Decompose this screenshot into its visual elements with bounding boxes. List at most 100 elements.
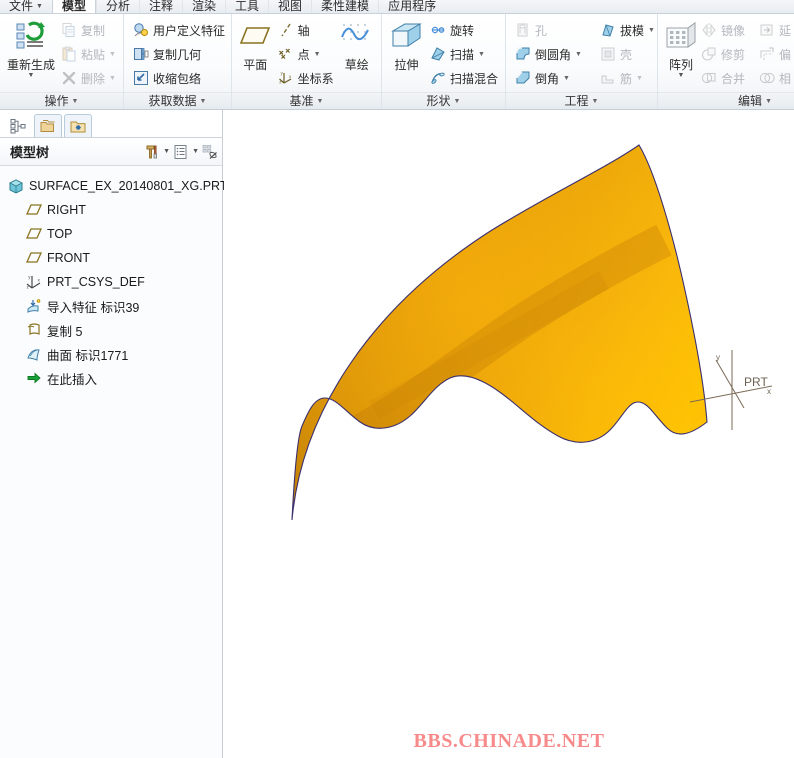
tree-item-label: RIGHT (47, 203, 86, 217)
navigator-tab-strip (0, 110, 222, 138)
menu-tab-model[interactable]: 模型 (51, 0, 96, 13)
model-surface-render[interactable]: PRT y x (224, 110, 794, 758)
settings-hammer-icon[interactable] (144, 144, 160, 160)
ribbon-group-title-shapes[interactable]: 形状 ▼ (382, 92, 505, 109)
extend-button[interactable]: 延 (756, 19, 794, 42)
regenerate-label: 重新生成 (6, 58, 55, 72)
menu-tab-flexible-modeling[interactable]: 柔性建模 (311, 0, 378, 13)
sweep-button[interactable]: 扫描 ▼ (427, 43, 501, 66)
ribbon-group-title-datum[interactable]: 基准 ▼ (232, 92, 381, 109)
datum-csys-button[interactable]: y x z 坐标系 (275, 67, 337, 90)
copy-feature-icon (26, 322, 42, 338)
svg-text:x: x (289, 74, 292, 79)
pattern-label: 阵列 (668, 58, 693, 72)
chevron-down-icon[interactable]: ▼ (163, 148, 170, 155)
rib-icon (600, 70, 616, 86)
datum-plane-icon (26, 202, 42, 218)
favorites-tab[interactable] (64, 114, 92, 137)
menu-tab-annotate[interactable]: 注释 (138, 0, 182, 13)
paste-icon (61, 46, 77, 62)
tree-item-label: PRT_CSYS_DEF (47, 275, 145, 289)
pattern-icon (664, 20, 698, 54)
menu-tab-tools[interactable]: 工具 (225, 0, 268, 13)
menu-tab-applications[interactable]: 应用程序 (378, 0, 445, 13)
tree-item-copy-feature[interactable]: 复制 5 (0, 318, 222, 342)
round-button[interactable]: 倒圆角 ▼ (512, 43, 585, 66)
sketch-button[interactable]: 草绘 (337, 17, 377, 91)
part-icon (8, 178, 24, 194)
udf-label: 用户定义特征 (153, 23, 226, 38)
copy-button[interactable]: 复制 (58, 19, 119, 42)
group-title-label: 操作 (44, 94, 69, 108)
ribbon-group-engineering: 孔 倒圆角 ▼ 倒角 ▼ 拔模 ▼ 壳 筋 ▼ 工程 ▼ (506, 14, 658, 109)
chevron-down-icon: ▼ (453, 98, 461, 105)
datum-plane-icon (26, 226, 42, 242)
tree-item-right[interactable]: RIGHT (0, 198, 222, 222)
menu-tab-analysis[interactable]: 分析 (95, 0, 139, 13)
model-tree-list: SURFACE_EX_20140801_XG.PRT RIGHT TOP FRO… (0, 166, 228, 756)
datum-plane-label: 平面 (243, 58, 268, 72)
chamfer-button[interactable]: 倒角 ▼ (512, 67, 585, 90)
tree-item-front[interactable]: FRONT (0, 246, 222, 270)
paste-button[interactable]: 粘贴 ▼ (58, 43, 119, 66)
offset-label: 偏 (779, 47, 792, 62)
datum-axis-button[interactable]: 轴 (275, 19, 337, 42)
ribbon-group-title-engineering[interactable]: 工程 ▼ (506, 92, 657, 109)
menu-tab-file[interactable]: 文件 ▼ (0, 0, 52, 13)
datum-axis-label: 轴 (297, 23, 310, 38)
chevron-down-icon[interactable]: ▼ (192, 148, 199, 155)
datum-csys-icon: y x z (278, 70, 294, 86)
chevron-down-icon: ▼ (647, 26, 655, 34)
tree-item-csys[interactable]: y x z PRT_CSYS_DEF (0, 270, 222, 294)
ribbon-group-title-get-data[interactable]: 获取数据 ▼ (124, 92, 231, 109)
tree-item-surface-feature[interactable]: 曲面 标识1771 (0, 342, 222, 366)
ribbon-group-title-editing[interactable]: 编辑 ▼ (658, 92, 794, 109)
copy-geometry-button[interactable]: 复制几何 (130, 43, 228, 66)
menu-tab-label: 视图 (278, 0, 303, 13)
trim-icon (701, 46, 717, 62)
chevron-down-icon: ▼ (313, 50, 321, 58)
extrude-button[interactable]: 拉伸 (386, 17, 427, 91)
ribbon-group-title-operations[interactable]: 操作 ▼ (0, 92, 123, 109)
editing-col-1: 镜像 修剪 合并 (698, 19, 748, 90)
menu-tab-label: 模型 (61, 0, 86, 13)
draft-button[interactable]: 拔模 ▼ (597, 19, 658, 42)
tree-item-label: FRONT (47, 251, 91, 265)
datum-plane-button[interactable]: 平面 (236, 17, 275, 91)
merge-button[interactable]: 合并 (698, 67, 748, 90)
offset-button[interactable]: 偏 (756, 43, 794, 66)
extend-label: 延 (779, 23, 792, 38)
user-defined-feature-button[interactable]: 用户定义特征 (130, 19, 228, 42)
tree-item-label: 导入特征 标识39 (47, 300, 140, 315)
delete-button[interactable]: 删除 ▼ (58, 67, 119, 90)
sketch-icon (340, 20, 374, 54)
tree-item-top[interactable]: TOP (0, 222, 222, 246)
shell-button[interactable]: 壳 (597, 43, 658, 66)
folder-browser-tab[interactable] (34, 114, 62, 137)
graphics-viewport[interactable]: PRT y x BBS.CHINADE.NET (224, 110, 794, 758)
datum-point-button[interactable]: 点 ▼ (275, 43, 337, 66)
pattern-button[interactable]: 阵列 ▼ (664, 17, 698, 91)
swept-blend-button[interactable]: 扫描混合 (427, 67, 501, 90)
tree-item-insert-here[interactable]: 在此插入 (0, 366, 222, 390)
import-feature-icon (26, 298, 42, 314)
shrinkwrap-button[interactable]: 收缩包络 (130, 67, 228, 90)
hole-button[interactable]: 孔 (512, 19, 585, 42)
sketch-label: 草绘 (344, 58, 369, 72)
regenerate-button[interactable]: 重新生成 ▼ (4, 17, 58, 91)
menu-tab-render[interactable]: 渲染 (182, 0, 225, 13)
rib-button[interactable]: 筋 ▼ (597, 67, 658, 90)
menu-tab-bar: 文件 ▼ 模型 分析 注释 渲染 工具 视图 柔性建模 应用程序 (0, 0, 794, 14)
filter-hide-icon[interactable] (202, 144, 218, 160)
mirror-button[interactable]: 镜像 (698, 19, 748, 42)
trim-button[interactable]: 修剪 (698, 43, 748, 66)
model-tree-tools: ▼ ▼ (144, 144, 218, 160)
tree-columns-icon[interactable] (173, 144, 189, 160)
revolve-button[interactable]: 旋转 (427, 19, 501, 42)
intersect-button[interactable]: 相 (756, 67, 794, 90)
tree-item-import-feature[interactable]: 导入特征 标识39 (0, 294, 222, 318)
extend-icon (759, 22, 775, 38)
menu-tab-view[interactable]: 视图 (268, 0, 311, 13)
tree-item-part[interactable]: SURFACE_EX_20140801_XG.PRT (0, 174, 228, 198)
model-tree-tab[interactable] (4, 114, 32, 137)
